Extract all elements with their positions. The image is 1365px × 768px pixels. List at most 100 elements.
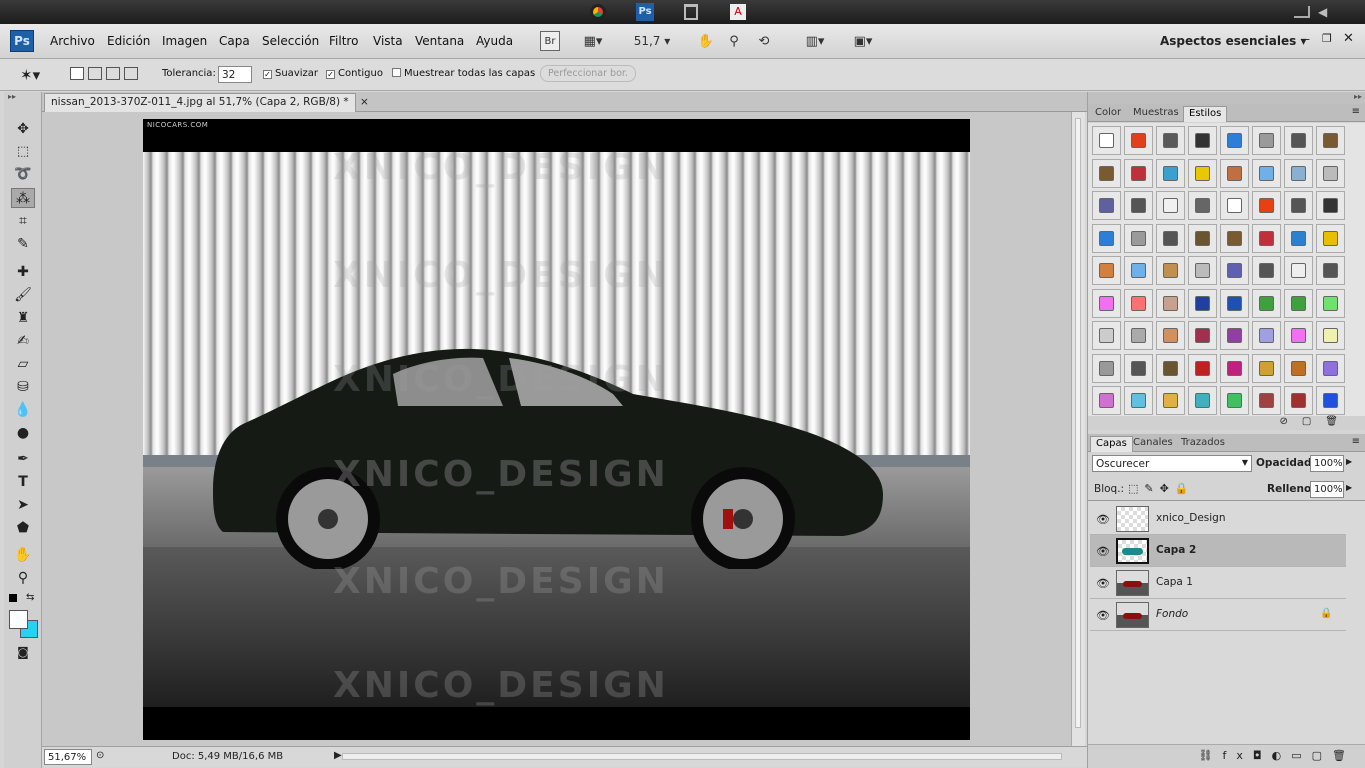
add-selection-icon[interactable]	[88, 67, 102, 80]
history-brush-icon[interactable]: ✍	[11, 331, 35, 351]
style-swatch[interactable]	[1252, 158, 1281, 188]
style-swatch[interactable]	[1156, 321, 1185, 350]
zoom-level[interactable]: 51,7 ▾	[632, 31, 672, 51]
style-swatch[interactable]	[1124, 386, 1153, 415]
visibility-eye-icon[interactable]: 👁	[1096, 545, 1110, 558]
layer-row[interactable]: 👁 Capa 1	[1090, 567, 1346, 599]
bridge-button[interactable]: Br	[540, 31, 560, 51]
menu-seleccion[interactable]: Selección	[262, 34, 319, 48]
style-swatch[interactable]	[1220, 353, 1249, 383]
style-swatch[interactable]	[1252, 386, 1281, 415]
style-swatch[interactable]	[1156, 386, 1185, 415]
style-swatch[interactable]	[1188, 288, 1217, 318]
delete-style-icon[interactable]: 🗑	[1325, 416, 1352, 427]
paint-bucket-icon[interactable]: ⛁	[11, 377, 35, 397]
refine-edge-button[interactable]: Perfeccionar bor.	[540, 65, 636, 82]
apple-icon[interactable]	[20, 3, 34, 20]
sample-all-checkbox[interactable]: Muestrear todas las capas	[392, 68, 535, 79]
style-swatch[interactable]	[1220, 126, 1249, 155]
tab-color[interactable]: Color	[1090, 106, 1126, 122]
style-swatch[interactable]	[1284, 321, 1313, 350]
lasso-tool-icon[interactable]: ➰	[11, 164, 35, 184]
style-swatch[interactable]	[1316, 386, 1345, 415]
style-swatch[interactable]	[1316, 126, 1345, 155]
tab-canales[interactable]: Canales	[1128, 436, 1178, 452]
menu-capa[interactable]: Capa	[219, 34, 250, 48]
tab-muestras[interactable]: Muestras	[1128, 106, 1184, 122]
opacity-arrow-icon[interactable]: ▶	[1346, 457, 1352, 466]
subtract-selection-icon[interactable]	[106, 67, 120, 80]
arrange-documents-icon[interactable]: ▥▾	[798, 31, 832, 51]
style-swatch[interactable]	[1188, 353, 1217, 383]
menu-imagen[interactable]: Imagen	[162, 34, 207, 48]
document-image[interactable]: NICOCARS.COM XNICO_DESIGN XNICO_DESIGN X…	[143, 119, 970, 740]
style-swatch[interactable]	[1252, 191, 1281, 220]
dodge-tool-icon[interactable]: ●	[11, 423, 35, 443]
collapse-icon[interactable]: ▸▸	[8, 92, 38, 102]
foreground-color-swatch[interactable]	[9, 610, 28, 629]
new-style-icon[interactable]: ▢	[1302, 416, 1325, 427]
link-layers-icon[interactable]: ⛓	[1199, 749, 1223, 762]
fill-input[interactable]: 100%	[1310, 481, 1344, 498]
close-icon[interactable]: ✕	[1343, 31, 1354, 46]
style-swatch[interactable]	[1092, 126, 1121, 155]
style-swatch[interactable]	[1284, 191, 1313, 220]
layer-row[interactable]: 👁 xnico_Design	[1090, 503, 1346, 535]
style-swatch[interactable]	[1156, 191, 1185, 220]
shape-tool-icon[interactable]: ⬟	[11, 518, 35, 538]
layer-row[interactable]: 👁 Fondo 🔒	[1090, 599, 1346, 631]
panel-collapse-icon[interactable]: ▸▸	[1088, 92, 1365, 104]
move-tool-icon[interactable]: ✥	[11, 119, 35, 139]
style-swatch[interactable]	[1092, 158, 1121, 188]
style-swatch[interactable]	[1284, 223, 1313, 253]
workspace-switcher[interactable]: Aspectos esenciales ▾	[1160, 34, 1306, 48]
magic-wand-tool-icon[interactable]: ⁂	[11, 188, 35, 208]
mini-bridge-icon[interactable]: ▦▾	[576, 31, 610, 51]
hand-icon[interactable]: ✋	[696, 31, 716, 51]
antialias-checkbox[interactable]: ✓ Suavizar	[263, 68, 318, 79]
layer-mask-icon[interactable]: ◘	[1253, 749, 1272, 762]
style-swatch[interactable]	[1092, 386, 1121, 415]
blur-tool-icon[interactable]: 💧	[11, 400, 35, 420]
style-swatch[interactable]	[1252, 321, 1281, 350]
style-swatch[interactable]	[1220, 256, 1249, 285]
style-swatch[interactable]	[1092, 353, 1121, 383]
style-swatch[interactable]	[1156, 353, 1185, 383]
volume-icon[interactable]: ◀	[1318, 5, 1332, 19]
style-swatch[interactable]	[1188, 256, 1217, 285]
style-swatch[interactable]	[1252, 288, 1281, 318]
default-colors-icon[interactable]	[9, 594, 17, 602]
marquee-tool-icon[interactable]: ⬚	[11, 142, 35, 162]
menu-edicion[interactable]: Edición	[107, 34, 150, 48]
zoom-field[interactable]: 51,67%	[44, 749, 92, 765]
quick-mask-icon[interactable]: ◙	[11, 642, 35, 662]
style-swatch[interactable]	[1092, 223, 1121, 253]
style-swatch[interactable]	[1284, 256, 1313, 285]
blend-mode-select[interactable]: Oscurecer ▼	[1092, 455, 1252, 472]
style-swatch[interactable]	[1188, 223, 1217, 253]
eraser-tool-icon[interactable]: ▱	[11, 354, 35, 374]
style-swatch[interactable]	[1092, 321, 1121, 350]
document-tab[interactable]: nissan_2013-370Z-011_4.jpg al 51,7% (Cap…	[44, 93, 369, 112]
style-swatch[interactable]	[1124, 223, 1153, 253]
path-selection-icon[interactable]: ➤	[11, 495, 35, 515]
tab-estilos[interactable]: Estilos	[1183, 106, 1228, 122]
zoom-icon[interactable]: ⚲	[724, 31, 744, 51]
adjustment-layer-icon[interactable]: ◐	[1272, 749, 1292, 762]
style-swatch[interactable]	[1188, 158, 1217, 188]
menu-ayuda[interactable]: Ayuda	[476, 34, 513, 48]
style-swatch[interactable]	[1156, 256, 1185, 285]
chrome-icon[interactable]	[590, 4, 606, 20]
healing-brush-icon[interactable]: ✚	[11, 262, 35, 282]
minimize-icon[interactable]: –	[1304, 32, 1310, 46]
style-swatch[interactable]	[1252, 126, 1281, 155]
style-swatch[interactable]	[1316, 321, 1345, 350]
horizontal-scrollbar[interactable]	[342, 753, 1062, 760]
brush-tool-icon[interactable]: 🖌	[11, 285, 35, 305]
visibility-eye-icon[interactable]: 👁	[1096, 577, 1110, 590]
styles-panel-menu-icon[interactable]: ≡	[1352, 106, 1360, 117]
type-tool-icon[interactable]: T	[11, 472, 35, 492]
status-menu-arrow[interactable]: ▶	[334, 750, 342, 761]
style-swatch[interactable]	[1284, 353, 1313, 383]
tab-capas[interactable]: Capas	[1090, 436, 1133, 452]
